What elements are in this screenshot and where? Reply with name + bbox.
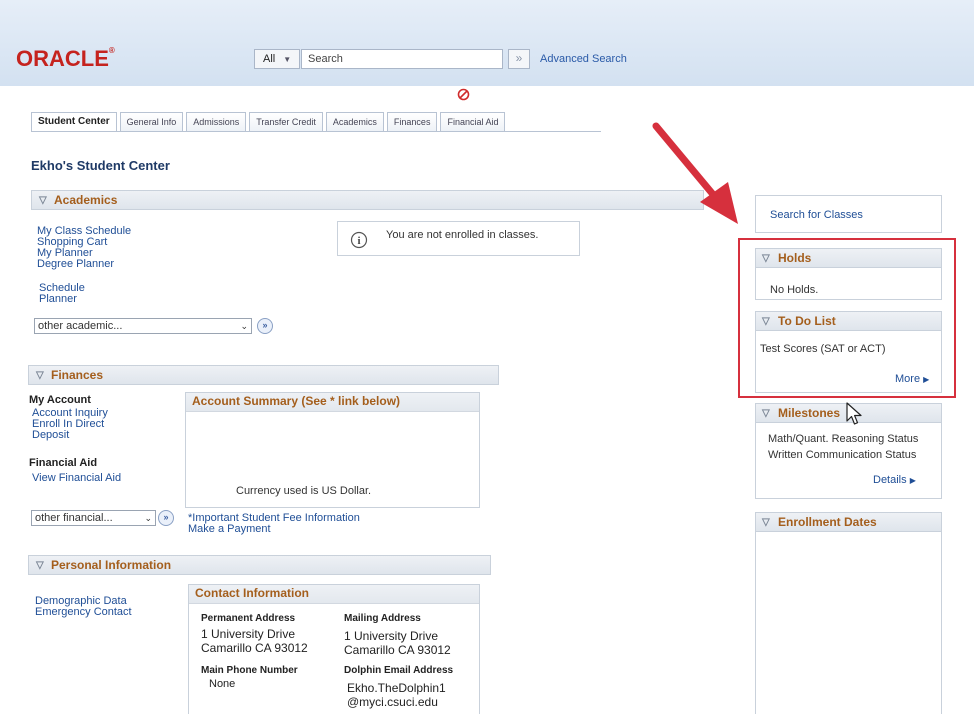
search-input[interactable] <box>301 49 503 69</box>
tab-transfer-credit[interactable]: Transfer Credit <box>249 112 323 132</box>
collapse-triangle-icon: ▽ <box>762 517 770 528</box>
tab-financial-aid[interactable]: Financial Aid <box>440 112 506 132</box>
account-summary-title: Account Summary (See * link below) <box>186 393 479 412</box>
info-icon: i <box>350 231 368 249</box>
milestone-item: Math/Quant. Reasoning Status <box>768 433 919 445</box>
financial-aid-links: View Financial Aid <box>32 473 121 484</box>
academics-links-secondary: Schedule Planner <box>39 283 85 305</box>
finances-go-button[interactable]: » <box>158 510 174 526</box>
advanced-search-link[interactable]: Advanced Search <box>540 53 627 65</box>
tab-admissions[interactable]: Admissions <box>186 112 247 132</box>
search-for-classes-link[interactable]: Search for Classes <box>770 209 863 221</box>
oracle-logo: ORACLE® <box>16 46 115 71</box>
double-chevron-right-icon: » <box>262 320 268 330</box>
enrollment-info-box: i You are not enrolled in classes. <box>337 221 580 256</box>
other-financial-dropdown[interactable]: other financial... ⌄ <box>31 510 156 526</box>
double-chevron-right-icon: » <box>163 512 169 522</box>
tab-bar: Student Center General Info Admissions T… <box>31 112 508 132</box>
tab-finances[interactable]: Finances <box>386 112 438 132</box>
collapse-triangle-icon: ▽ <box>36 560 44 571</box>
milestone-item: Written Communication Status <box>768 449 917 461</box>
collapse-triangle-icon: ▽ <box>762 408 770 419</box>
enrollment-dates-header-label: Enrollment Dates <box>778 515 877 529</box>
play-triangle-icon: ▶ <box>909 476 916 485</box>
academics-header-label: Academics <box>54 193 118 207</box>
permanent-address-line2: Camarillo CA 93012 <box>201 641 308 655</box>
double-chevron-right-icon: » <box>515 51 523 65</box>
chevron-down-icon: ▼ <box>283 55 292 64</box>
tab-student-center[interactable]: Student Center <box>31 112 117 132</box>
chevron-down-icon: ⌄ <box>240 321 248 331</box>
personal-info-section-header[interactable]: ▽ Personal Information <box>28 555 491 575</box>
milestones-header-label: Milestones <box>778 406 841 420</box>
academics-go-button[interactable]: » <box>257 318 273 334</box>
personal-info-links: Demographic Data Emergency Contact <box>35 596 132 618</box>
tab-academics[interactable]: Academics <box>325 112 384 132</box>
milestones-list: Math/Quant. Reasoning Status Written Com… <box>768 431 918 463</box>
academics-section-header[interactable]: ▽ Academics <box>31 190 704 210</box>
search-go-button[interactable]: » <box>508 49 530 69</box>
collapse-triangle-icon: ▽ <box>36 370 44 381</box>
finance-bottom-links: *Important Student Fee Information Make … <box>188 513 360 535</box>
enrollment-dates-header[interactable]: ▽ Enrollment Dates <box>755 512 942 532</box>
main-phone-label: Main Phone Number <box>201 665 298 676</box>
degree-planner-link[interactable]: Degree Planner <box>37 259 131 270</box>
page-title: Ekho's Student Center <box>31 158 170 173</box>
email-line2: @myci.csuci.edu <box>347 695 438 709</box>
other-academic-dropdown-value: other academic... <box>38 320 123 332</box>
my-account-links: Account Inquiry Enroll In Direct Deposit <box>32 408 108 441</box>
not-enrolled-message: You are not enrolled in classes. <box>386 229 539 241</box>
financial-aid-label: Financial Aid <box>29 457 98 469</box>
mailing-address-label: Mailing Address <box>344 613 421 624</box>
mailing-address-line1: 1 University Drive <box>344 629 439 643</box>
milestones-details-link[interactable]: Details ▶ <box>873 474 916 486</box>
account-summary-box: Account Summary (See * link below) Curre… <box>185 392 480 508</box>
mouse-cursor-icon <box>846 402 862 425</box>
main-phone-value: None <box>209 678 236 690</box>
permanent-address-line1: 1 University Drive <box>201 627 296 641</box>
email-label: Dolphin Email Address <box>344 665 454 676</box>
finances-section-header[interactable]: ▽ Finances <box>28 365 499 385</box>
my-account-label: My Account <box>29 394 91 406</box>
svg-text:i: i <box>357 235 360 247</box>
currency-note: Currency used is US Dollar. <box>236 485 372 497</box>
finances-header-label: Finances <box>51 368 104 382</box>
header-bar: ORACLE® All ▼ » Advanced Search <box>0 0 974 86</box>
tab-divider <box>31 131 601 132</box>
search-scope-label: All <box>263 53 276 65</box>
contact-info-title: Contact Information <box>189 585 479 604</box>
academics-links: My Class Schedule Shopping Cart My Plann… <box>37 226 131 270</box>
deposit-link[interactable]: Deposit <box>32 430 108 441</box>
annotation-arrow-icon <box>652 122 738 224</box>
other-academic-dropdown[interactable]: other academic... ⌄ <box>34 318 252 334</box>
enrollment-dates-panel <box>755 512 942 714</box>
search-classes-panel: Search for Classes <box>755 195 942 233</box>
other-financial-dropdown-value: other financial... <box>35 512 113 524</box>
mailing-address-line2: Camarillo CA 93012 <box>344 643 451 657</box>
no-entry-icon <box>457 88 470 101</box>
emergency-contact-link[interactable]: Emergency Contact <box>35 607 132 618</box>
chevron-down-icon: ⌄ <box>144 513 152 523</box>
make-payment-link[interactable]: Make a Payment <box>188 524 360 535</box>
annotation-highlight-box <box>738 238 956 398</box>
view-financial-aid-link[interactable]: View Financial Aid <box>32 473 121 484</box>
permanent-address-label: Permanent Address <box>201 613 296 624</box>
collapse-triangle-icon: ▽ <box>39 195 47 206</box>
milestones-details-label: Details <box>873 474 907 486</box>
email-line1: Ekho.TheDolphin1 <box>347 681 446 695</box>
personal-info-header-label: Personal Information <box>51 558 172 572</box>
planner-link[interactable]: Planner <box>39 294 85 305</box>
tab-general-info[interactable]: General Info <box>119 112 184 132</box>
contact-info-box: Contact Information Permanent Address 1 … <box>188 584 480 714</box>
search-scope-dropdown[interactable]: All ▼ <box>254 49 300 69</box>
